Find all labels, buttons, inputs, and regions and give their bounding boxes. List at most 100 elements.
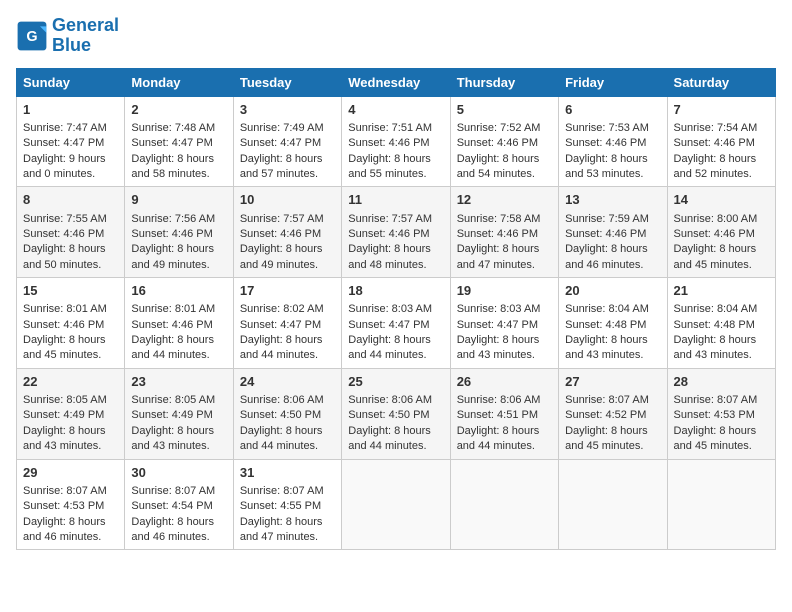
day-number: 6: [565, 101, 660, 119]
day-info: and 54 minutes.: [457, 167, 552, 182]
calendar-cell: 2Sunrise: 7:48 AMSunset: 4:47 PMDaylight…: [125, 96, 233, 187]
day-info: and 46 minutes.: [565, 258, 660, 273]
calendar-week-row: 1 Sunrise: 7:47 AMSunset: 4:47 PM Daylight…: [17, 96, 776, 187]
day-info: Sunset: 4:47 PM: [23, 136, 118, 151]
col-header-wednesday: Wednesday: [342, 68, 450, 96]
calendar-week-row: 29Sunrise: 8:07 AMSunset: 4:53 PMDayligh…: [17, 459, 776, 550]
day-info: Daylight: 8 hours: [240, 152, 335, 167]
day-number: 8: [23, 191, 118, 209]
day-number: 1: [23, 101, 118, 119]
day-info: Daylight: 8 hours: [565, 333, 660, 348]
calendar-cell: [450, 459, 558, 550]
day-info: Sunset: 4:50 PM: [348, 408, 443, 423]
day-info: and 44 minutes.: [240, 439, 335, 454]
calendar-cell: 19Sunrise: 8:03 AMSunset: 4:47 PMDayligh…: [450, 278, 558, 369]
day-number: 22: [23, 373, 118, 391]
day-info: Sunrise: 8:07 AM: [23, 484, 118, 499]
calendar-cell: 30Sunrise: 8:07 AMSunset: 4:54 PMDayligh…: [125, 459, 233, 550]
day-info: Daylight: 8 hours: [348, 242, 443, 257]
calendar-cell: 24Sunrise: 8:06 AMSunset: 4:50 PMDayligh…: [233, 368, 341, 459]
day-info: and 44 minutes.: [240, 348, 335, 363]
day-info: Daylight: 8 hours: [674, 424, 769, 439]
day-info: Sunset: 4:53 PM: [23, 499, 118, 514]
day-info: Sunrise: 8:06 AM: [348, 393, 443, 408]
day-number: 17: [240, 282, 335, 300]
day-info: Sunrise: 7:56 AM: [131, 212, 226, 227]
day-info: Sunset: 4:46 PM: [131, 318, 226, 333]
day-info: Sunset: 4:51 PM: [457, 408, 552, 423]
day-info: Sunrise: 8:06 AM: [240, 393, 335, 408]
calendar-cell: 21Sunrise: 8:04 AMSunset: 4:48 PMDayligh…: [667, 278, 775, 369]
day-number: 2: [131, 101, 226, 119]
day-info: Daylight: 8 hours: [674, 333, 769, 348]
day-info: Sunrise: 8:01 AM: [131, 302, 226, 317]
day-info: Daylight: 8 hours: [23, 242, 118, 257]
calendar-cell: 25Sunrise: 8:06 AMSunset: 4:50 PMDayligh…: [342, 368, 450, 459]
day-info: Sunset: 4:46 PM: [240, 227, 335, 242]
day-info: Sunrise: 7:52 AM: [457, 121, 552, 136]
day-info: Sunset: 4:49 PM: [131, 408, 226, 423]
day-info: and 46 minutes.: [131, 530, 226, 545]
day-info: and 44 minutes.: [348, 439, 443, 454]
day-info: and 0 minutes.: [23, 167, 118, 182]
day-number: 21: [674, 282, 769, 300]
day-info: Daylight: 8 hours: [131, 152, 226, 167]
calendar-week-row: 8Sunrise: 7:55 AMSunset: 4:46 PMDaylight…: [17, 187, 776, 278]
day-number: 19: [457, 282, 552, 300]
day-info: Sunrise: 8:07 AM: [240, 484, 335, 499]
day-number: 12: [457, 191, 552, 209]
day-info: and 47 minutes.: [240, 530, 335, 545]
day-info: Sunrise: 7:47 AM: [23, 121, 118, 136]
day-info: Daylight: 8 hours: [565, 152, 660, 167]
day-number: 24: [240, 373, 335, 391]
day-info: and 48 minutes.: [348, 258, 443, 273]
svg-text:G: G: [26, 29, 37, 45]
day-info: Sunrise: 7:53 AM: [565, 121, 660, 136]
calendar-cell: 31Sunrise: 8:07 AMSunset: 4:55 PMDayligh…: [233, 459, 341, 550]
calendar-cell: 22Sunrise: 8:05 AMSunset: 4:49 PMDayligh…: [17, 368, 125, 459]
day-info: Sunrise: 8:07 AM: [131, 484, 226, 499]
day-info: Sunset: 4:48 PM: [565, 318, 660, 333]
col-header-tuesday: Tuesday: [233, 68, 341, 96]
day-info: Sunrise: 7:58 AM: [457, 212, 552, 227]
day-number: 25: [348, 373, 443, 391]
calendar-cell: 23Sunrise: 8:05 AMSunset: 4:49 PMDayligh…: [125, 368, 233, 459]
day-info: Sunrise: 8:04 AM: [674, 302, 769, 317]
day-info: Sunset: 4:53 PM: [674, 408, 769, 423]
day-info: Daylight: 8 hours: [348, 333, 443, 348]
day-info: Sunset: 4:46 PM: [23, 318, 118, 333]
day-info: Daylight: 8 hours: [131, 515, 226, 530]
day-info: Sunrise: 8:05 AM: [23, 393, 118, 408]
day-number: 5: [457, 101, 552, 119]
day-info: Daylight: 8 hours: [240, 515, 335, 530]
calendar-cell: 7Sunrise: 7:54 AMSunset: 4:46 PMDaylight…: [667, 96, 775, 187]
day-info: Sunrise: 7:57 AM: [348, 212, 443, 227]
day-number: 30: [131, 464, 226, 482]
logo-icon: G: [16, 20, 48, 52]
day-info: Sunrise: 8:02 AM: [240, 302, 335, 317]
logo: G General Blue: [16, 16, 119, 56]
day-info: and 43 minutes.: [23, 439, 118, 454]
day-info: Daylight: 8 hours: [23, 515, 118, 530]
calendar-cell: 18Sunrise: 8:03 AMSunset: 4:47 PMDayligh…: [342, 278, 450, 369]
day-number: 23: [131, 373, 226, 391]
day-info: and 44 minutes.: [348, 348, 443, 363]
day-info: Daylight: 8 hours: [457, 333, 552, 348]
calendar-week-row: 15Sunrise: 8:01 AMSunset: 4:46 PMDayligh…: [17, 278, 776, 369]
day-info: Sunset: 4:46 PM: [348, 227, 443, 242]
day-info: Sunrise: 7:54 AM: [674, 121, 769, 136]
day-number: 3: [240, 101, 335, 119]
day-info: Sunset: 4:47 PM: [457, 318, 552, 333]
day-info: Sunset: 4:46 PM: [674, 136, 769, 151]
calendar-cell: [559, 459, 667, 550]
day-number: 27: [565, 373, 660, 391]
day-info: and 52 minutes.: [674, 167, 769, 182]
day-number: 4: [348, 101, 443, 119]
calendar-cell: 14Sunrise: 8:00 AMSunset: 4:46 PMDayligh…: [667, 187, 775, 278]
calendar-cell: 20Sunrise: 8:04 AMSunset: 4:48 PMDayligh…: [559, 278, 667, 369]
day-number: 18: [348, 282, 443, 300]
day-number: 7: [674, 101, 769, 119]
day-info: Daylight: 8 hours: [23, 424, 118, 439]
day-info: Sunset: 4:47 PM: [348, 318, 443, 333]
day-number: 29: [23, 464, 118, 482]
